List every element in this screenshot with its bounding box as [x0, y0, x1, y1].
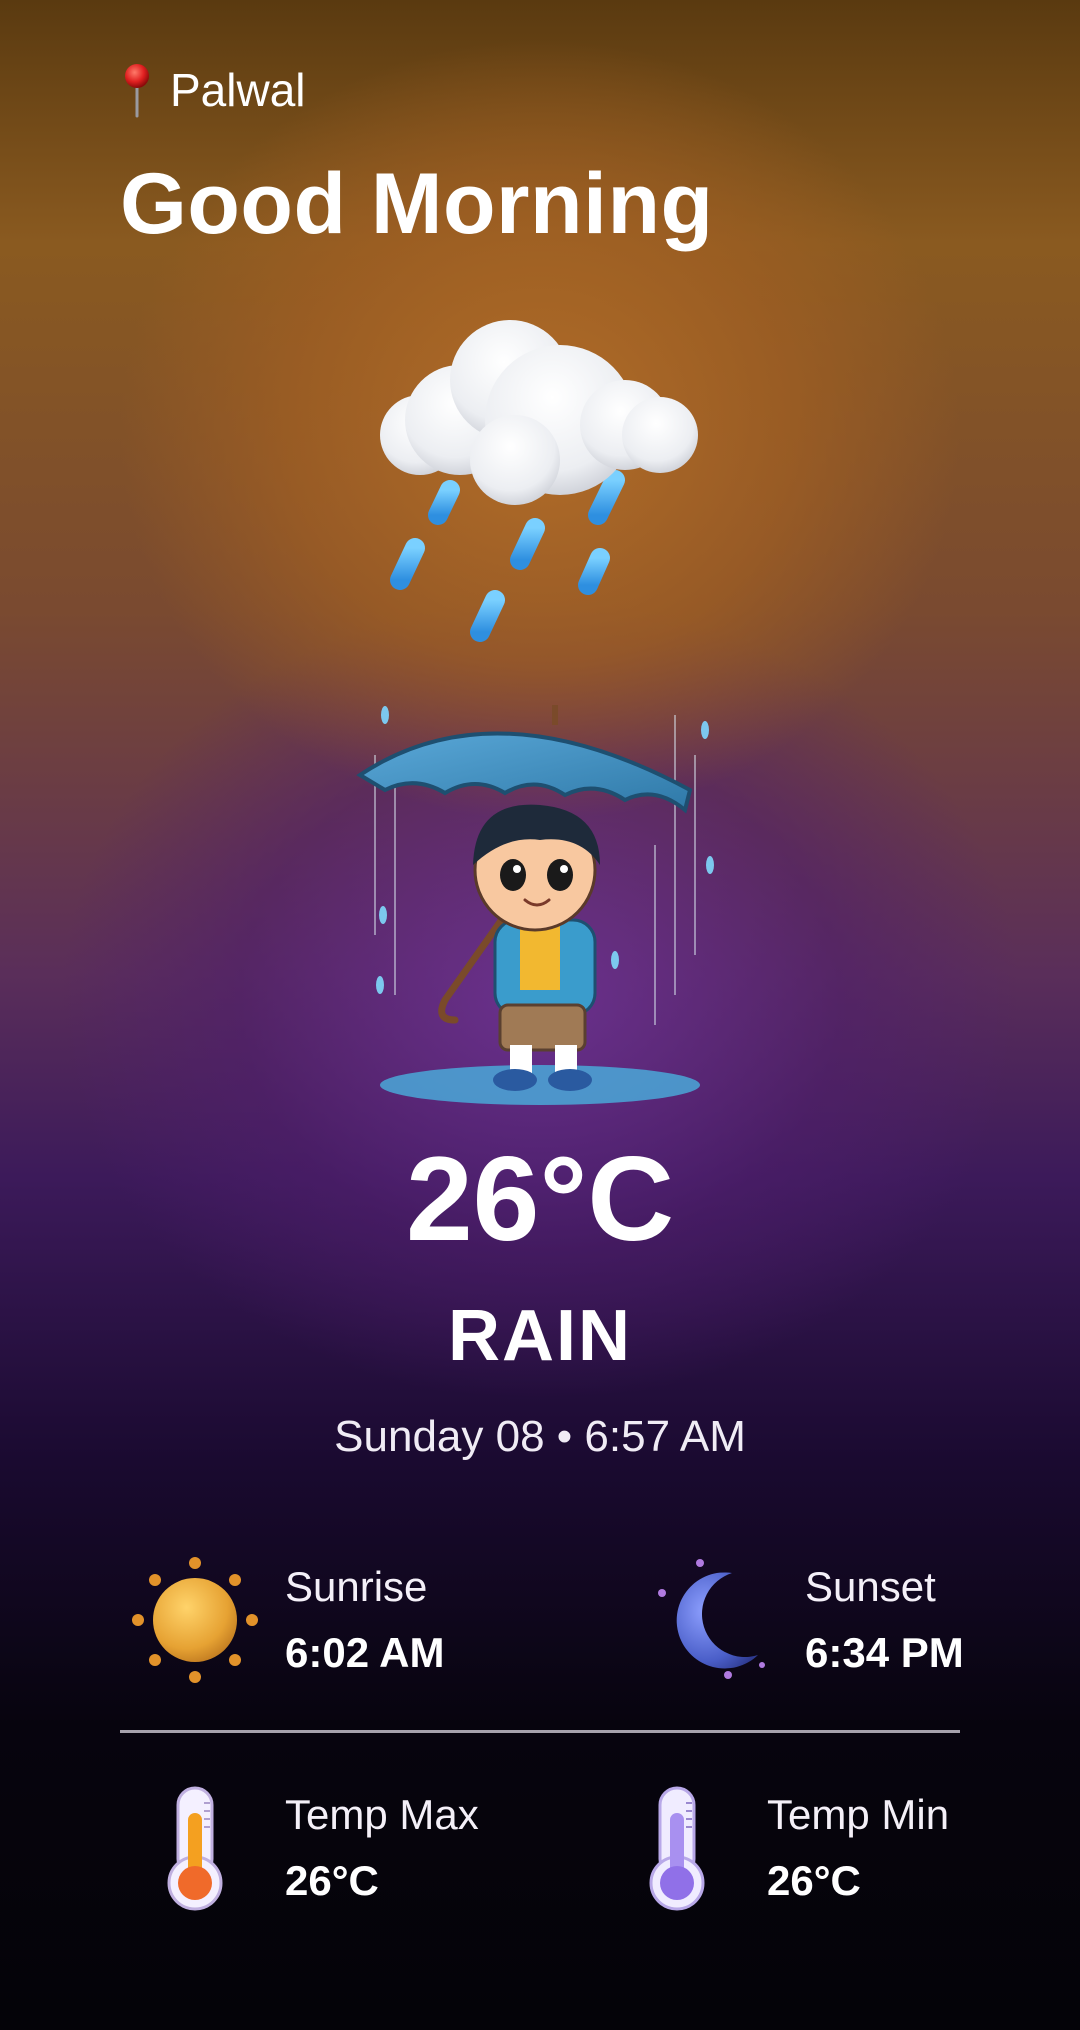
sunset-stat: Sunset 6:34 PM	[650, 1555, 964, 1685]
moon-icon	[658, 1559, 765, 1679]
rain-cloud-icon	[380, 320, 698, 642]
sunset-label: Sunset	[805, 1563, 936, 1610]
divider	[120, 1730, 960, 1733]
weather-condition: RAIN	[448, 1296, 632, 1376]
temp-min-stat: Temp Min 26°C	[612, 1783, 949, 1913]
temp-max-label: Temp Max	[285, 1791, 479, 1838]
location-name: Palwal	[170, 64, 306, 116]
temp-max-value: 26°C	[285, 1857, 379, 1904]
sunset-value: 6:34 PM	[805, 1629, 964, 1676]
location-header[interactable]: Palwal	[122, 62, 306, 118]
temp-max-stat: Temp Max 26°C	[130, 1783, 479, 1913]
temp-min-value: 26°C	[767, 1857, 861, 1904]
sunrise-label: Sunrise	[285, 1563, 428, 1610]
temp-min-label: Temp Min	[767, 1791, 950, 1838]
sun-icon	[132, 1557, 258, 1683]
sunrise-stat: Sunrise 6:02 AM	[130, 1555, 445, 1685]
thermometer-cold-icon	[649, 1786, 705, 1911]
boy-with-umbrella-illustration	[356, 705, 714, 1105]
current-temperature: 26°C	[405, 1132, 675, 1266]
sunrise-value: 6:02 AM	[285, 1629, 445, 1676]
thermometer-hot-icon	[167, 1786, 223, 1911]
greeting-title: Good Morning	[120, 156, 714, 252]
map-pin-icon	[125, 64, 149, 118]
date-time: Sunday 08 • 6:57 AM	[334, 1412, 746, 1461]
